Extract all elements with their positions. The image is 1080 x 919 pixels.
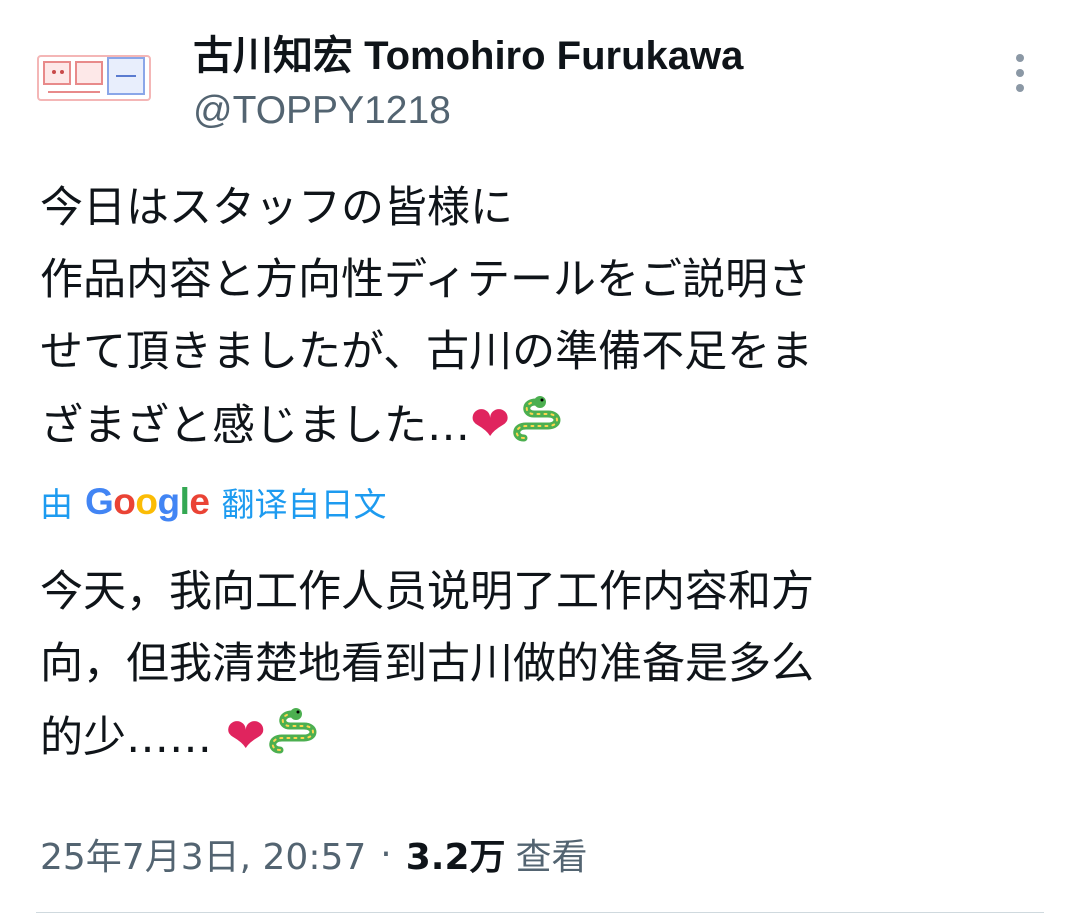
post-meta: 25年7月3日, 20:57 · 3.2万 查看 [40, 826, 588, 882]
more-vertical-icon [1016, 54, 1024, 92]
more-options-button[interactable] [1000, 48, 1040, 98]
divider [36, 912, 1044, 913]
heart-emoji-icon: ❤ [225, 708, 266, 764]
post-text: 今日はスタッフの皆様に 作品内容と方向性ディテールをご説明さ せて頂きましたが、… [40, 172, 1020, 462]
translated-line: 的少…… [40, 713, 212, 763]
translation-attribution: 由 Google 翻译自日文 [40, 478, 386, 526]
translation-link[interactable]: 翻译自日文 [221, 478, 386, 526]
translated-text: 今天，我向工作人员说明了工作内容和方 向，但我清楚地看到古川做的准备是多么 的少… [40, 556, 1020, 774]
translated-line: 向，但我清楚地看到古川做的准备是多么 [40, 639, 814, 689]
post-line: 作品内容と方向性ディテールをご説明さ [40, 255, 811, 305]
post-line: 今日はスタッフの皆様に [40, 183, 513, 233]
author-header: 古川知宏 Tomohiro Furukawa @TOPPY1218 [193, 30, 743, 136]
heart-emoji-icon: ❤ [470, 396, 511, 452]
post-timestamp[interactable]: 25年7月3日, 20:57 [40, 828, 366, 880]
author-handle[interactable]: @TOPPY1218 [193, 86, 743, 136]
snake-emoji-icon [269, 708, 317, 754]
meta-separator: · [380, 833, 392, 875]
translated-line: 今天，我向工作人员说明了工作内容和方 [40, 567, 814, 617]
post-line-last: ざまざと感じました…❤ [40, 388, 1020, 462]
avatar-icon [37, 55, 151, 101]
snake-emoji-icon [513, 396, 561, 442]
post-line: ざまざと感じました… [40, 401, 470, 451]
views-label: 查看 [515, 837, 588, 878]
google-logo-icon: Google [85, 481, 210, 522]
views-count[interactable]: 3.2万 [406, 828, 506, 880]
avatar[interactable] [34, 48, 154, 108]
translated-line-last: 的少…… ❤ [40, 700, 1020, 774]
author-display-name[interactable]: 古川知宏 Tomohiro Furukawa [193, 30, 743, 82]
post-line: せて頂きましたが、古川の準備不足をま [40, 327, 814, 377]
translation-prefix: 由 [40, 485, 73, 524]
